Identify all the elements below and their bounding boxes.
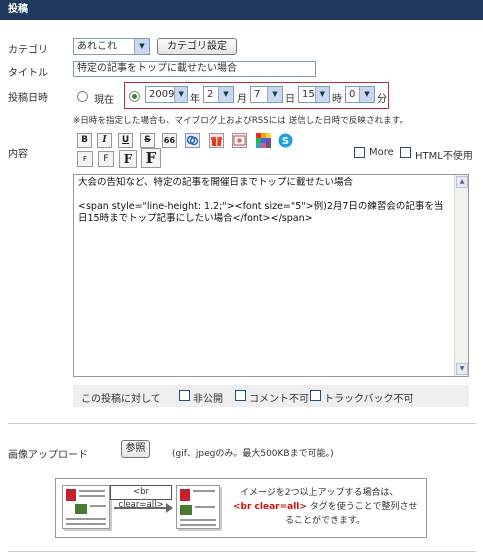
month-select[interactable]: 2 ▼ bbox=[203, 86, 234, 103]
image-icon[interactable] bbox=[232, 133, 247, 148]
hint-line-2-rest: タグを使うことで整列させ bbox=[306, 502, 418, 512]
arrow-head-icon bbox=[166, 503, 173, 513]
post-date-label: 投稿日時 bbox=[8, 93, 48, 104]
hint-line-1: イメージを2つ以上アップする場合は、 bbox=[240, 488, 399, 498]
hint-line-3: ることができます。 bbox=[285, 516, 366, 526]
title-input[interactable]: 特定の記事をトップに載せたい場合 bbox=[73, 61, 316, 77]
date-now-radio[interactable] bbox=[77, 91, 88, 102]
hour-value: 15 bbox=[302, 89, 315, 100]
minute-select[interactable]: 0 ▼ bbox=[345, 86, 375, 103]
day-select[interactable]: 7 ▼ bbox=[250, 86, 283, 103]
day-value: 7 bbox=[254, 89, 261, 100]
private-checkbox[interactable] bbox=[179, 390, 190, 401]
date-now-label: 現在 bbox=[94, 95, 114, 106]
arrow-right-icon bbox=[114, 507, 170, 509]
minute-value: 0 bbox=[349, 89, 356, 100]
scroll-down-icon[interactable]: ▼ bbox=[456, 363, 468, 375]
date-specify-radio[interactable] bbox=[129, 91, 140, 102]
no-trackback-label: トラックバック不可 bbox=[324, 394, 414, 405]
upload-note: (gif、jpegのみ。最大500KBまで可能。) bbox=[172, 449, 334, 459]
chevron-down-icon: ▼ bbox=[134, 39, 149, 54]
category-select-value: あれこれ bbox=[77, 41, 117, 52]
minute-unit: 分 bbox=[377, 94, 387, 105]
category-settings-button[interactable]: カテゴリ設定 bbox=[157, 38, 237, 55]
more-label: More bbox=[369, 147, 394, 158]
section-header: 投稿 bbox=[0, 0, 483, 20]
svg-text:S: S bbox=[282, 136, 289, 147]
chevron-down-icon: ▼ bbox=[314, 87, 329, 102]
post-options-label: この投稿に対して bbox=[81, 394, 161, 405]
gift-icon[interactable] bbox=[209, 133, 224, 148]
hour-select[interactable]: 15 ▼ bbox=[298, 86, 330, 103]
private-label: 非公開 bbox=[193, 394, 223, 405]
upload-label: 画像アップロード bbox=[8, 450, 88, 461]
no-comment-label: コメント不可 bbox=[249, 394, 309, 405]
font-size-3-button[interactable]: F bbox=[119, 150, 137, 168]
bottom-divider bbox=[8, 551, 476, 552]
italic-button[interactable]: I bbox=[97, 133, 112, 148]
content-line-1: 大会の告知など、特定の記事を開催日までトップに載せたい場合 bbox=[78, 177, 354, 188]
section-divider bbox=[8, 423, 476, 424]
scroll-up-icon[interactable]: ▲ bbox=[456, 176, 468, 188]
no-trackback-checkbox[interactable] bbox=[310, 390, 321, 401]
chevron-down-icon: ▼ bbox=[174, 87, 187, 102]
chevron-down-icon: ▼ bbox=[267, 87, 282, 102]
content-line-2: <span style="line-height: 1.2;"><font si… bbox=[78, 201, 444, 224]
category-label: カテゴリ bbox=[8, 45, 48, 56]
hint-line-2: <br clear=all> タグを使うことで整列させ bbox=[233, 499, 418, 512]
font-size-1-button[interactable]: F bbox=[77, 151, 93, 167]
post-date-note: ※日時を指定した場合も、マイブログ上およびRSSには 送信した日時で反映されます… bbox=[73, 116, 409, 126]
skype-icon[interactable]: S bbox=[278, 133, 293, 148]
document-before-icon bbox=[62, 485, 110, 529]
more-checkbox[interactable] bbox=[354, 147, 365, 158]
year-unit: 年 bbox=[190, 94, 200, 105]
chevron-down-icon: ▼ bbox=[218, 87, 233, 102]
document-after-icon bbox=[176, 485, 220, 529]
year-select[interactable]: 2009 ▼ bbox=[145, 86, 188, 103]
browse-button[interactable]: 参照 bbox=[121, 440, 150, 458]
link-icon[interactable] bbox=[185, 133, 200, 148]
color-palette-icon[interactable] bbox=[256, 133, 271, 148]
textarea-scrollbar[interactable]: ▲ ▼ bbox=[454, 175, 468, 376]
quote-button[interactable]: 66 bbox=[162, 133, 177, 148]
content-label: 内容 bbox=[8, 149, 28, 160]
day-unit: 日 bbox=[285, 94, 295, 105]
hint-tag-label: <br clear=all> bbox=[110, 485, 172, 510]
title-label: タイトル bbox=[8, 68, 48, 79]
font-size-2-button[interactable]: F bbox=[98, 151, 114, 167]
html-off-checkbox[interactable] bbox=[400, 147, 411, 158]
html-off-label: HTML不使用 bbox=[415, 151, 473, 162]
content-textarea[interactable]: 大会の告知など、特定の記事を開催日までトップに載せたい場合 <span styl… bbox=[73, 174, 469, 377]
chevron-down-icon: ▼ bbox=[359, 87, 374, 102]
strike-button[interactable]: S bbox=[140, 133, 155, 148]
bold-button[interactable]: B bbox=[77, 133, 92, 148]
month-unit: 月 bbox=[237, 94, 247, 105]
font-size-4-button[interactable]: F bbox=[141, 148, 161, 168]
hour-unit: 時 bbox=[332, 94, 342, 105]
hint-red-tag: <br clear=all> bbox=[233, 502, 307, 512]
month-value: 2 bbox=[207, 89, 214, 100]
underline-button[interactable]: U bbox=[118, 133, 133, 148]
year-value: 2009 bbox=[149, 89, 175, 100]
category-select[interactable]: あれこれ ▼ bbox=[73, 38, 150, 55]
no-comment-checkbox[interactable] bbox=[235, 390, 246, 401]
